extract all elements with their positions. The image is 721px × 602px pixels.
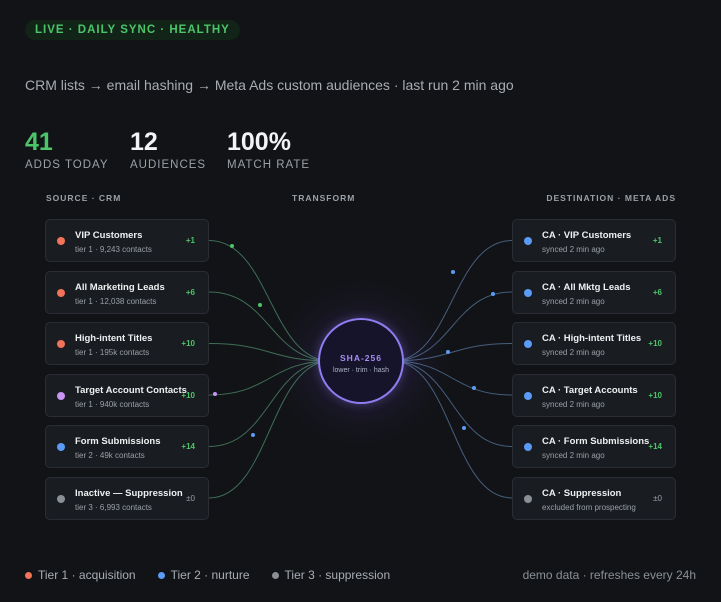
legend-dot-icon [271, 571, 279, 579]
destination-card[interactable]: CA · All Mktg Leads synced 2 min ago +6 [512, 270, 676, 314]
destination-meta: synced 2 min ago [542, 245, 605, 254]
flow-wire [208, 360, 332, 447]
destination-meta: synced 2 min ago [542, 451, 605, 460]
legend-item: Tier 2 · nurture [157, 568, 250, 582]
delta-count: +10 [181, 339, 195, 348]
tier-dot-icon [57, 288, 65, 297]
source-meta: tier 1 · 12,038 contacts [75, 296, 157, 306]
destination-name: CA · Target Accounts [542, 384, 638, 396]
destination-meta: synced 2 min ago [542, 296, 605, 306]
tier-dot-icon [524, 443, 532, 451]
destination-meta: synced 2 min ago [542, 348, 605, 357]
legend-item: Tier 1 · acquisition [25, 568, 136, 582]
destination-card[interactable]: CA · Suppression excluded from prospectin… [512, 476, 676, 520]
tier-dot-icon [524, 494, 532, 503]
flow-wire [208, 291, 332, 362]
legend-dot-icon [25, 571, 32, 579]
destination-name: CA · Form Submissions [542, 436, 650, 447]
tier-dot-icon [524, 237, 532, 245]
delta-count: +14 [181, 442, 195, 451]
delta-count: +1 [185, 236, 195, 245]
source-card[interactable]: All Marketing Leads tier 1 · 12,038 conta… [45, 270, 209, 314]
source-card[interactable]: VIP Customers tier 1 · 9,243 contacts +1 [45, 219, 209, 262]
hub-algorithm: SHA-256 [340, 353, 382, 363]
tier-dot-icon [57, 391, 65, 400]
sha256-hub: SHA-256 lower · trim · hash [318, 318, 404, 404]
source-meta: tier 2 · 49k contacts [75, 451, 145, 460]
delta-count: +1 [652, 236, 662, 245]
destination-meta: synced 2 min ago [542, 399, 605, 409]
legend-item: Tier 3 · suppression [271, 568, 391, 582]
source-name: All Marketing Leads [75, 281, 165, 293]
source-card[interactable]: Target Account Contacts tier 1 · 940k con… [45, 373, 209, 417]
flow-particle [230, 244, 234, 248]
tier-dot-icon [57, 443, 65, 451]
flow-wire [391, 360, 513, 499]
source-name: High-intent Titles [75, 333, 153, 344]
destination-name: CA · High-intent Titles [542, 333, 642, 344]
tier-dot-icon [57, 340, 65, 348]
delta-count: ±0 [186, 493, 195, 503]
flow-wire [208, 360, 332, 499]
flow-wire [391, 291, 513, 362]
source-name: VIP Customers [75, 230, 143, 241]
destination-card[interactable]: CA · Form Submissions synced 2 min ago +14 [512, 425, 676, 468]
source-meta: tier 1 · 940k contacts [75, 399, 150, 409]
flow-particle [251, 433, 255, 437]
delta-count: +10 [648, 390, 662, 400]
tier-dot-icon [524, 288, 532, 297]
source-card[interactable]: High-intent Titles tier 1 · 195k contacts… [45, 322, 209, 365]
legend-label: Tier 3 · suppression [284, 568, 391, 582]
flow-particle [462, 426, 466, 430]
source-meta: tier 1 · 9,243 contacts [75, 245, 152, 254]
refresh-note: demo data · refreshes every 24h [522, 568, 696, 582]
source-card[interactable]: Inactive — Suppression tier 3 · 6,993 con… [45, 476, 209, 520]
tier-dot-icon [524, 340, 532, 348]
destination-card[interactable]: CA · Target Accounts synced 2 min ago +10 [512, 373, 676, 417]
delta-count: +6 [185, 287, 195, 297]
source-meta: tier 1 · 195k contacts [75, 348, 150, 357]
source-meta: tier 3 · 6,993 contacts [75, 502, 152, 512]
destination-meta: excluded from prospecting [542, 502, 636, 512]
flow-particle [451, 270, 455, 274]
delta-count: +6 [652, 287, 662, 297]
flow-particle [258, 303, 262, 307]
flow-particle [213, 392, 217, 396]
source-name: Target Account Contacts [75, 384, 187, 396]
flow-particle [472, 386, 476, 390]
flow-wire [391, 360, 513, 447]
flow-wire [208, 240, 332, 362]
legend-label: Tier 1 · acquisition [38, 568, 136, 582]
flow-particle [491, 292, 495, 296]
delta-count: ±0 [653, 493, 662, 503]
destination-name: CA · All Mktg Leads [542, 281, 631, 293]
tier-dot-icon [524, 391, 532, 400]
destination-card[interactable]: CA · High-intent Titles synced 2 min ago +… [512, 322, 676, 365]
legend-dot-icon [157, 571, 165, 579]
source-name: Inactive — Suppression [75, 487, 183, 499]
delta-count: +10 [648, 339, 662, 348]
delta-count: +14 [648, 442, 662, 451]
tier-dot-icon [57, 494, 65, 503]
tier-legend: Tier 1 · acquisition Tier 2 · nurture Ti… [25, 568, 390, 582]
destination-name: CA · VIP Customers [542, 230, 632, 241]
flow-wire [391, 240, 513, 362]
tier-dot-icon [57, 237, 65, 245]
delta-count: +10 [181, 390, 195, 400]
source-name: Form Submissions [75, 436, 161, 447]
legend-label: Tier 2 · nurture [170, 568, 250, 582]
hub-steps: lower · trim · hash [332, 367, 389, 374]
source-card[interactable]: Form Submissions tier 2 · 49k contacts +14 [45, 425, 209, 468]
destination-name: CA · Suppression [542, 487, 622, 499]
flow-particle [446, 350, 450, 354]
destination-card[interactable]: CA · VIP Customers synced 2 min ago +1 [512, 219, 676, 262]
